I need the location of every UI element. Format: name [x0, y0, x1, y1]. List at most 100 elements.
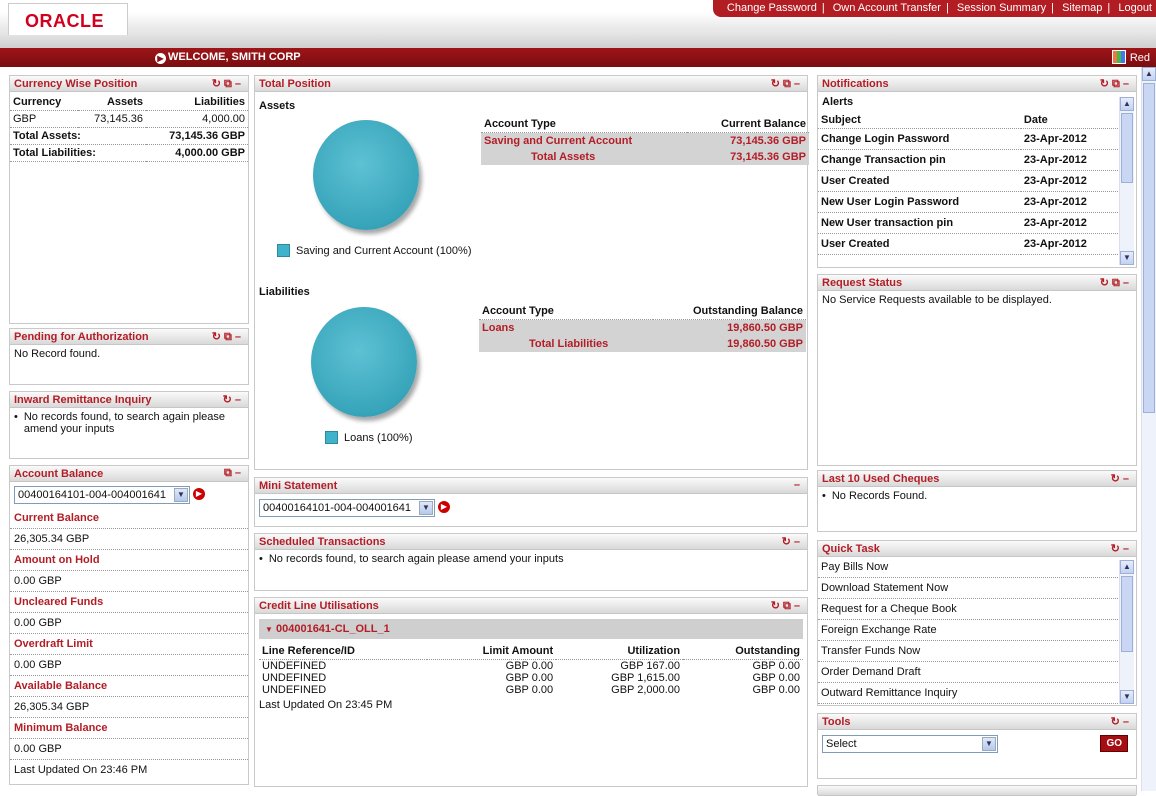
- col-current-balance: Current Balance: [687, 116, 809, 133]
- alert-row[interactable]: Change Transaction pin 23-Apr-2012: [818, 149, 1118, 171]
- col-utilization: Utilization: [556, 643, 684, 660]
- refresh-icon[interactable]: ↻: [1111, 543, 1123, 555]
- scroll-thumb[interactable]: [1121, 113, 1133, 183]
- alert-row[interactable]: User Created 23-Apr-2012: [818, 170, 1118, 192]
- alert-subject: New User transaction pin: [818, 212, 1021, 234]
- minimize-icon[interactable]: –: [794, 536, 803, 548]
- credit-line-group[interactable]: ▼ 004001641-CL_OLL_1: [259, 619, 803, 639]
- window-icon[interactable]: ⧉: [783, 600, 794, 612]
- balance-label: Uncleared Funds: [10, 592, 248, 613]
- minimize-icon[interactable]: –: [794, 78, 803, 90]
- quick-task-link[interactable]: Outward Remittance Inquiry: [818, 682, 1118, 704]
- col-outstanding: Outstanding: [683, 643, 803, 660]
- alert-row[interactable]: New User transaction pin 23-Apr-2012: [818, 212, 1118, 234]
- alerts-scrollbar[interactable]: ▲ ▼: [1119, 97, 1134, 265]
- panel-title: Last 10 Used Cheques: [822, 473, 940, 485]
- scroll-down-icon[interactable]: ▼: [1120, 690, 1134, 704]
- minimize-icon[interactable]: –: [794, 479, 803, 491]
- col-assets: Assets: [77, 94, 147, 111]
- balance-value: 73,145.36 GBP: [687, 132, 809, 149]
- quick-task-link[interactable]: Request for a Cheque Book: [818, 598, 1118, 620]
- scroll-up-icon[interactable]: ▲: [1120, 97, 1134, 111]
- go-arrow-icon[interactable]: ▶: [438, 501, 450, 513]
- alert-row[interactable]: New User Login Password 23-Apr-2012: [818, 191, 1118, 213]
- alert-date: 23-Apr-2012: [1020, 191, 1118, 213]
- balance-value: 26,305.34 GBP: [10, 697, 248, 718]
- go-arrow-icon[interactable]: ▶: [193, 488, 205, 500]
- quick-task-scrollbar[interactable]: ▲ ▼: [1119, 560, 1134, 704]
- assets-pie-chart: [313, 120, 419, 230]
- refresh-icon[interactable]: ↻: [1100, 277, 1112, 289]
- legend-swatch: [325, 431, 338, 444]
- alert-row[interactable]: Change Login Password 23-Apr-2012: [818, 128, 1118, 150]
- empty-message: No Record found.: [14, 348, 101, 360]
- change-password-link[interactable]: Change Password: [727, 2, 817, 14]
- window-icon[interactable]: ⧉: [224, 331, 235, 343]
- refresh-icon[interactable]: ↻: [782, 536, 794, 548]
- refresh-icon[interactable]: ↻: [1111, 716, 1123, 728]
- refresh-icon[interactable]: ↻: [771, 78, 783, 90]
- quick-task-link[interactable]: Pay Bills Now: [818, 557, 1118, 578]
- account-select[interactable]: 00400164101-004-004001641 ▼: [259, 499, 435, 517]
- minimize-icon[interactable]: –: [1123, 277, 1132, 289]
- minimize-icon[interactable]: –: [1123, 473, 1132, 485]
- refresh-icon[interactable]: ↻: [223, 394, 235, 406]
- window-icon[interactable]: ⧉: [224, 467, 235, 479]
- alert-row[interactable]: User Created 23-Apr-2012: [818, 233, 1118, 255]
- window-icon[interactable]: ⧉: [783, 78, 794, 90]
- refresh-icon[interactable]: ↻: [771, 600, 783, 612]
- session-summary-link[interactable]: Session Summary: [957, 2, 1046, 14]
- total-liabilities-label: Total Liabilities: [479, 336, 654, 352]
- account-type-link[interactable]: Loans: [479, 319, 654, 336]
- window-icon[interactable]: ⧉: [224, 78, 235, 90]
- refresh-icon[interactable]: ↻: [1111, 473, 1123, 485]
- quick-task-link[interactable]: Transfer Funds Now: [818, 640, 1118, 662]
- minimize-icon[interactable]: –: [794, 600, 803, 612]
- refresh-icon[interactable]: ↻: [1100, 78, 1112, 90]
- oracle-logo: ORACLE: [8, 3, 128, 35]
- minimize-icon[interactable]: –: [235, 78, 244, 90]
- col-line-ref: Line Reference/ID: [259, 643, 427, 660]
- assets-table: Account Type Current Balance Saving and C…: [481, 116, 809, 165]
- scroll-up-icon[interactable]: ▲: [1120, 560, 1134, 574]
- quick-task-link[interactable]: Order Demand Draft: [818, 661, 1118, 683]
- sitemap-link[interactable]: Sitemap: [1062, 2, 1102, 14]
- tools-panel: Tools ↻– Select ▼ GO: [817, 713, 1137, 779]
- cell: 73,145.36: [77, 110, 147, 128]
- scroll-down-icon[interactable]: ▼: [1120, 251, 1134, 265]
- minimize-icon[interactable]: –: [1123, 543, 1132, 555]
- welcome-bar: ▶ WELCOME, SMITH CORP Red: [0, 48, 1156, 67]
- own-account-transfer-link[interactable]: Own Account Transfer: [833, 2, 941, 14]
- total-assets-value: 73,145.36 GBP: [146, 127, 248, 145]
- minimize-icon[interactable]: –: [1123, 78, 1132, 90]
- account-select[interactable]: 00400164101-004-004001641 ▼: [14, 486, 190, 504]
- panel-title: Tools: [822, 716, 851, 728]
- scroll-thumb[interactable]: [1121, 576, 1133, 652]
- scroll-up-icon[interactable]: ▲: [1142, 67, 1156, 81]
- page-scrollbar[interactable]: ▲: [1141, 67, 1156, 791]
- chevron-down-icon: ▼: [419, 501, 433, 515]
- cell: 4,000.00: [146, 110, 248, 128]
- quick-task-link[interactable]: Foreign Exchange Rate: [818, 619, 1118, 641]
- account-type-link[interactable]: Saving and Current Account: [481, 132, 688, 149]
- tools-select[interactable]: Select ▼: [822, 735, 998, 753]
- total-liabilities-value: 19,860.50 GBP: [653, 336, 806, 352]
- minimize-icon[interactable]: –: [235, 331, 244, 343]
- welcome-message: ▶ WELCOME, SMITH CORP: [155, 51, 301, 64]
- account-balance-panel: Account Balance ⧉– 00400164101-004-00400…: [9, 465, 249, 785]
- window-icon[interactable]: ⧉: [1112, 277, 1123, 289]
- logout-link[interactable]: Logout: [1118, 2, 1152, 14]
- minimize-icon[interactable]: –: [1123, 716, 1132, 728]
- refresh-icon[interactable]: ↻: [212, 331, 224, 343]
- liabilities-heading: Liabilities: [259, 286, 310, 298]
- theme-selector[interactable]: Red: [1111, 50, 1150, 64]
- minimize-icon[interactable]: –: [235, 394, 244, 406]
- window-icon[interactable]: ⧉: [1112, 78, 1123, 90]
- scroll-thumb[interactable]: [1143, 83, 1155, 413]
- minimize-icon[interactable]: –: [235, 467, 244, 479]
- inward-remittance-panel: Inward Remittance Inquiry ↻– • No records…: [9, 391, 249, 459]
- refresh-icon[interactable]: ↻: [212, 78, 224, 90]
- assets-legend: Saving and Current Account (100%): [277, 244, 472, 257]
- go-button[interactable]: GO: [1100, 735, 1128, 752]
- quick-task-link[interactable]: Download Statement Now: [818, 577, 1118, 599]
